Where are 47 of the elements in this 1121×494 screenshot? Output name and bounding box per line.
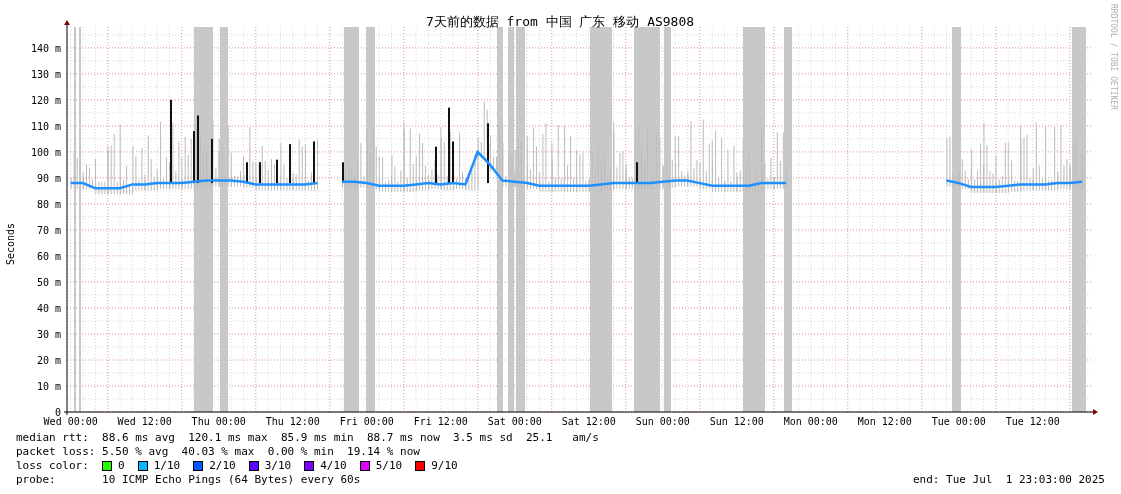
chart-title: 7天前的数据 from 中国 广东 移动 AS9808: [425, 14, 695, 29]
axis-label: Sun 00:00: [635, 416, 690, 427]
axis-label: 20 m: [36, 354, 61, 366]
axis-label: 10 m: [36, 381, 61, 392]
axis-label: Mon 00:00: [783, 416, 838, 427]
axis-label: 60 m: [36, 250, 61, 262]
axis-title: Seconds: [5, 222, 16, 266]
legend-label: 3/10: [264, 459, 292, 473]
axis-label: Tue 00:00: [931, 416, 986, 427]
legend-label: 4/10: [320, 459, 347, 473]
legend-label: probe:: [16, 473, 57, 487]
axis-label: 30 m: [36, 328, 61, 340]
axis-label: 80 m: [36, 198, 61, 210]
axis-label: Sat 00:00: [487, 416, 542, 427]
axis-label: Fri 12:00: [413, 416, 468, 427]
axis-label: 110 m: [30, 120, 61, 132]
legend-label: loss color:: [16, 459, 90, 473]
axis-label: 70 m: [36, 224, 61, 236]
axis-label: Sun 12:00: [709, 416, 764, 427]
axis-label: Thu 00:00: [191, 416, 246, 427]
legend-label: 1/10: [153, 459, 181, 473]
legend-label: 0: [118, 459, 125, 473]
axis-label: Wed 00:00: [43, 416, 98, 427]
axis-label: 140 m: [30, 42, 61, 54]
axis-label: Sat 12:00: [561, 416, 616, 427]
axis-label: Thu 12:00: [265, 416, 320, 427]
legend-label: packet loss:: [16, 445, 97, 459]
axis-label: 120 m: [30, 94, 61, 106]
probe-text: 10 ICMP Echo Pings (64 Bytes) every 60s: [102, 473, 361, 487]
axis-label: 130 m: [30, 68, 61, 80]
legend-label: 5/10: [375, 459, 403, 473]
axis-label: 40 m: [36, 302, 61, 314]
axis-label: Tue 12:00: [1005, 416, 1060, 427]
loss-stats: 5.50 % avg 40.03 % max 0.00 % min 19.14 % now: [102, 445, 420, 459]
axis-label: 100 m: [30, 146, 61, 158]
legend-label: 2/10: [209, 459, 236, 473]
axis-label: 0: [54, 407, 61, 418]
credit-text: RRDTOOL / TOBI OETIKER: [1109, 4, 1118, 110]
legend-label: median rtt:: [16, 431, 90, 445]
axis-label: 90 m: [36, 172, 61, 184]
axis-label: 50 m: [36, 276, 61, 288]
axis-label: Fri 00:00: [339, 416, 394, 427]
end-time: end: Tue Jul 1 23:03:00 2025: [912, 473, 1105, 487]
legend-label: 9/10: [431, 459, 458, 473]
axis-label: Mon 12:00: [857, 416, 912, 427]
rtt-stats: 88.6 ms avg 120.1 ms max 85.9 ms min 88.7 ms now 3.5 ms sd 25.1 am/s: [102, 431, 599, 445]
axis-label: Wed 12:00: [117, 416, 172, 427]
